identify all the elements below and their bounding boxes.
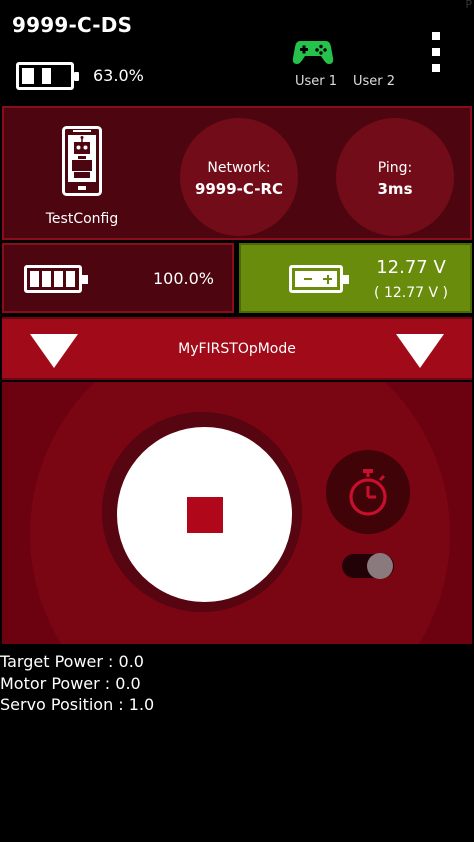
toggle-knob[interactable] xyxy=(367,553,393,579)
ping-status: Ping: 3ms xyxy=(336,118,454,236)
timer-toggle-switch[interactable] xyxy=(342,553,394,579)
opmode-control-area xyxy=(2,382,472,644)
stop-icon xyxy=(187,497,223,533)
status-panel: TestConfig Network: 9999-C-RC Ping: 3ms xyxy=(2,106,472,240)
phone-battery-fill-a xyxy=(22,68,38,84)
corner-mark: P xyxy=(465,0,472,11)
timer-button[interactable] xyxy=(326,450,410,534)
telemetry-line: Motor Power : 0.0 xyxy=(0,673,141,693)
robot-voltage-value: 12.77 V xyxy=(376,257,446,278)
phone-battery-icon xyxy=(16,62,79,90)
telemetry-line: Target Power : 0.0 xyxy=(0,652,144,671)
minus-sign xyxy=(304,278,312,280)
menu-dot xyxy=(432,64,440,72)
network-label: Network: xyxy=(207,160,271,176)
rc-battery-bar xyxy=(66,271,75,287)
menu-dot xyxy=(432,48,440,56)
robot-voltage-min: ( 12.77 V ) xyxy=(374,285,448,301)
rc-battery-bar xyxy=(42,271,51,287)
network-value: 9999-C-RC xyxy=(194,180,284,198)
rc-battery-bar xyxy=(54,271,63,287)
robot-battery-fill xyxy=(295,271,337,287)
ping-label: Ping: xyxy=(377,160,413,176)
stopwatch-icon xyxy=(349,469,387,516)
driver-station-name: 9999-C-DS xyxy=(12,13,133,37)
robot-battery-icon xyxy=(289,265,349,293)
rc-battery-bar xyxy=(30,271,39,287)
telemetry-panel: Target Power : 0.0 Motor Power : 0.0 Ser… xyxy=(0,651,474,716)
active-config-name[interactable]: TestConfig xyxy=(4,211,160,227)
network-status: Network: 9999-C-RC xyxy=(180,118,298,236)
opmode-selector-bar: MyFIRSTOpMode xyxy=(2,317,472,380)
rc-battery-percent: 100.0% xyxy=(152,269,214,288)
ping-value: 3ms xyxy=(377,180,413,198)
top-bar: 9999-C-DS P 63.0% User 1 User 2 xyxy=(0,0,474,104)
robot-voltage-panel: 12.77 V ( 12.77 V ) xyxy=(239,243,472,313)
plus-sign-v xyxy=(326,274,329,284)
user-2-label[interactable]: User 2 xyxy=(353,74,395,89)
overflow-menu-icon[interactable] xyxy=(428,32,444,74)
rc-battery-icon xyxy=(24,265,88,293)
user-1-label[interactable]: User 1 xyxy=(295,74,337,89)
telemetry-line: Servo Position : 1.0 xyxy=(0,695,155,714)
autonomous-dropdown-icon[interactable] xyxy=(396,334,444,368)
menu-dot xyxy=(432,32,440,40)
phone-battery-percent: 63.0% xyxy=(93,66,144,85)
robot-controller-phone-icon[interactable] xyxy=(62,126,102,196)
gamepad-icon[interactable] xyxy=(292,38,334,66)
stop-button[interactable] xyxy=(117,427,292,602)
rc-battery-panel: 100.0% xyxy=(2,243,234,313)
phone-battery-fill-b xyxy=(42,68,51,84)
